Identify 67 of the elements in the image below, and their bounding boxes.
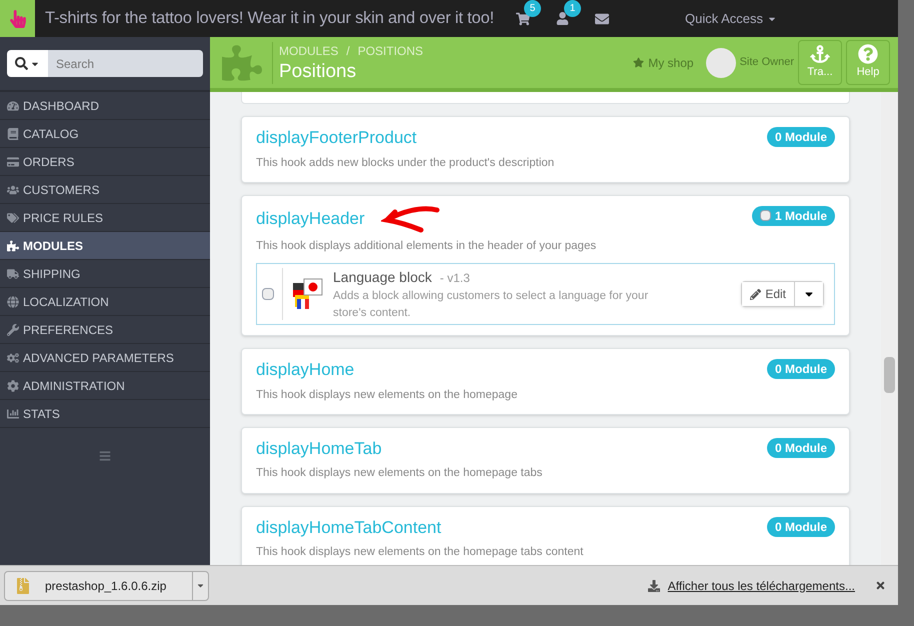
hook-description: This hook adds new blocks under the product's description — [256, 156, 556, 170]
module-count-badge: 0 Module — [766, 359, 835, 379]
dashboard-icon — [7, 100, 19, 112]
show-all-downloads-link[interactable]: Afficher tous les téléchargements... — [668, 576, 855, 594]
module-count-badge: 0 Module — [766, 127, 835, 147]
anchor-icon — [810, 44, 830, 64]
download-item[interactable]: prestashop_1.6.0.6.zip — [4, 570, 209, 600]
book-icon — [7, 128, 19, 140]
flags-icon — [291, 277, 325, 311]
star-icon — [633, 57, 644, 68]
module-name: Language block — [333, 268, 432, 287]
search-type-button[interactable] — [7, 50, 48, 77]
sidebar-item[interactable]: DASHBOARD — [0, 92, 210, 120]
module-count-badge: 0 Module — [766, 438, 835, 458]
breadcrumb-separator: / — [346, 42, 350, 60]
module-checkbox[interactable] — [262, 288, 274, 300]
sidebar-item[interactable]: ADMINISTRATION — [0, 372, 210, 400]
zip-file-icon — [15, 578, 31, 594]
bar-chart-icon — [7, 408, 19, 420]
search-icon — [15, 57, 28, 70]
sidebar-item[interactable]: SHIPPING — [0, 260, 210, 288]
truck-icon — [7, 268, 19, 280]
module-version: - v1.3 — [440, 270, 470, 286]
count-badge: 1 — [564, 0, 582, 17]
scrollbar[interactable] — [881, 92, 898, 565]
quick-access-menu[interactable]: Quick Access — [685, 8, 778, 28]
arrow-drawing — [380, 204, 441, 234]
hook-description: This hook displays new elements on the homepage — [256, 388, 518, 402]
hook-checkbox[interactable] — [760, 210, 771, 222]
hook-description: This hook displays new elements on the homepage tabs — [256, 466, 544, 482]
card-icon — [7, 156, 19, 168]
hook-description: This hook displays new elements on the homepage tabs content — [256, 545, 584, 560]
sidebar-item[interactable]: STATS — [0, 400, 210, 428]
gear-icon — [7, 380, 19, 392]
sidebar-item[interactable]: MODULES — [0, 232, 210, 260]
count-badge: 5 — [524, 0, 542, 16]
sidebar-item[interactable]: ADVANCED PARAMETERS — [0, 344, 210, 372]
shop-title: T-shirts for the tattoo lovers! Wear it in your skin and over it too! — [45, 8, 494, 30]
cogs-icon — [7, 352, 19, 364]
cart-icon[interactable] — [516, 12, 530, 26]
edit-button[interactable]: Edit — [742, 282, 795, 306]
puzzle-icon — [7, 240, 19, 252]
mail-icon[interactable] — [595, 12, 610, 26]
download-icon — [648, 580, 660, 592]
help-icon — [858, 44, 878, 64]
sidebar-item[interactable]: CUSTOMERS — [0, 176, 210, 204]
sidebar-item[interactable]: CATALOG — [0, 120, 210, 148]
globe-icon — [7, 296, 19, 308]
pencil-icon — [750, 288, 762, 300]
puzzle-icon — [222, 42, 262, 82]
wrench-icon — [7, 324, 19, 336]
sidebar-item[interactable]: PREFERENCES — [0, 316, 210, 344]
user-icon[interactable] — [556, 12, 570, 25]
search-field[interactable]: Search — [48, 50, 203, 77]
tag-icon — [7, 212, 19, 224]
module-count-badge: 1 Module — [752, 206, 835, 226]
scroll-thumb[interactable] — [884, 357, 895, 393]
dropdown-button[interactable] — [795, 282, 823, 306]
users-icon — [7, 184, 19, 196]
module-description: Adds a block allowing customers to select a language for your store's content. — [333, 288, 650, 320]
pointer-hand-icon — [8, 10, 26, 28]
page-title: Positions — [279, 60, 358, 84]
module-count-badge: 0 Module — [766, 516, 835, 536]
sidebar-item[interactable]: LOCALIZATION — [0, 288, 210, 316]
close-icon[interactable] — [875, 580, 886, 591]
sidebar-item[interactable]: ORDERS — [0, 148, 210, 176]
hook-description: This hook displays additional elements in the header of your pages — [256, 238, 598, 254]
